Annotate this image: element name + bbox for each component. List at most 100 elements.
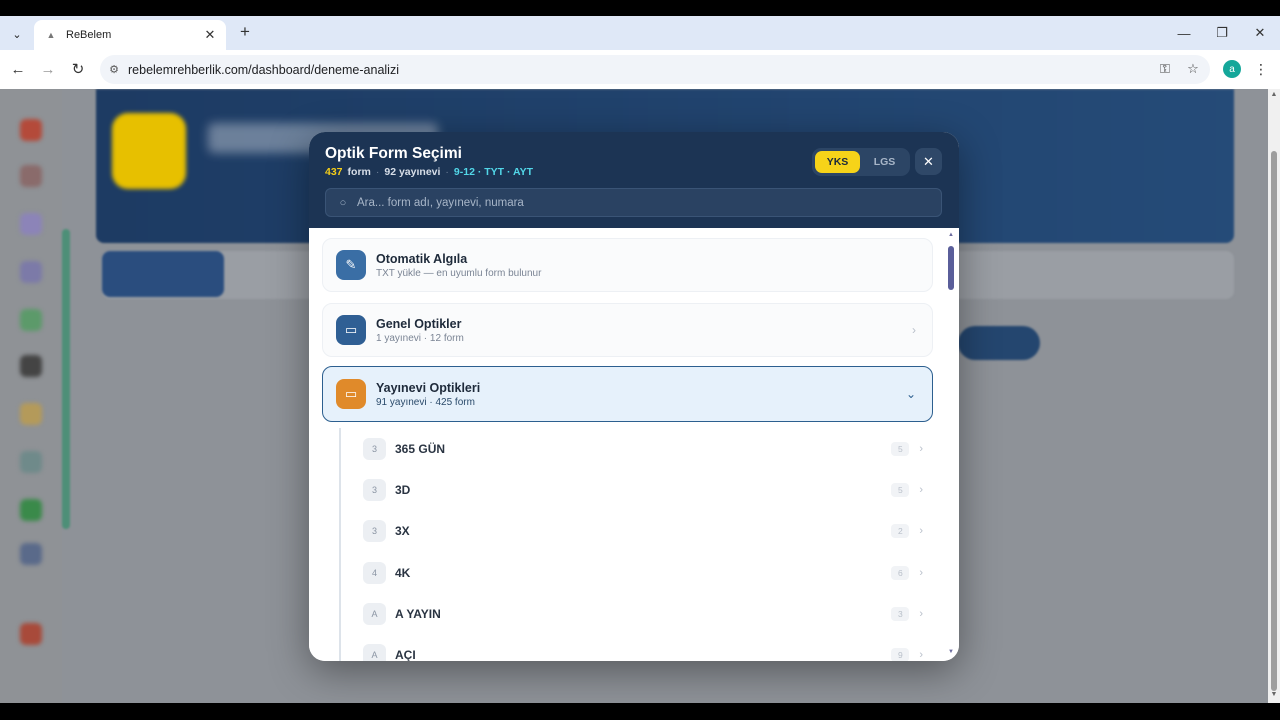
publisher-badge: 3: [363, 437, 386, 460]
exam-type-toggle: YKS LGS: [812, 148, 910, 176]
publisher-name: 4K: [395, 565, 411, 580]
browser-tab-bar: ⌄ ▲ ReBelem ✕ + — ❐ ✕: [0, 16, 1280, 50]
app-sidebar: [0, 89, 62, 703]
browser-tab[interactable]: ▲ ReBelem ✕: [34, 20, 226, 50]
card-title: Otomatik Algıla: [376, 251, 468, 266]
sidebar-icon: [20, 165, 42, 187]
publisher-form-count: 3: [891, 606, 910, 621]
url-text: rebelemrehberlik.com/dashboard/deneme-an…: [128, 62, 399, 77]
publisher-name: 3X: [395, 523, 410, 538]
modal-body: ✎ Otomatik Algıla TXT yükle — en uyumlu …: [309, 228, 959, 661]
back-icon[interactable]: ←: [7, 58, 29, 80]
tab-title: ReBelem: [66, 29, 112, 41]
search-icon: ○: [339, 196, 347, 209]
publisher-optics-card[interactable]: ▭ Yayınevi Optikleri 91 yayınevi · 425 f…: [322, 366, 933, 422]
close-icon[interactable]: ✕: [915, 148, 942, 175]
minimize-icon[interactable]: —: [1166, 22, 1202, 44]
menu-kebab-icon[interactable]: ⋮: [1252, 60, 1270, 78]
card-title: Yayınevi Optikleri: [376, 380, 481, 395]
sidebar-icon: [20, 543, 42, 565]
card-subtitle: TXT yükle — en uyumlu form bulunur: [376, 267, 542, 279]
chevron-right-icon: ›: [912, 323, 916, 337]
card-subtitle: 91 yayınevi · 425 form: [376, 396, 475, 408]
publisher-name: A YAYIN: [395, 606, 441, 621]
publisher-item[interactable]: 4 4K 6 ›: [341, 552, 935, 593]
publisher-item[interactable]: 3 365 GÜN 5 ›: [341, 428, 935, 469]
modal-meta: 437 form · 92 yayınevi · 9-12 · TYT · AY…: [325, 166, 534, 178]
sidebar-icon: [20, 213, 42, 235]
sidebar-icon: [20, 451, 42, 473]
exam-option-yks[interactable]: YKS: [815, 151, 860, 173]
profile-avatar[interactable]: a: [1223, 60, 1241, 78]
site-info-icon[interactable]: ⚙: [100, 63, 128, 76]
address-bar[interactable]: ⚙ rebelemrehberlik.com/dashboard/deneme-…: [100, 55, 1210, 84]
chevron-down-icon: ⌄: [905, 387, 916, 401]
page-tab-active: [102, 251, 224, 297]
publisher-badge: 4: [363, 561, 386, 584]
restore-icon[interactable]: ❐: [1204, 22, 1240, 44]
form-count: 437: [325, 166, 343, 178]
close-window-icon[interactable]: ✕: [1242, 22, 1278, 44]
modal-header: Optik Form Seçimi 437 form · 92 yayınevi…: [309, 132, 959, 228]
publisher-item[interactable]: 3 3D 5 ›: [341, 469, 935, 510]
password-key-icon[interactable]: ⚿: [1156, 60, 1174, 78]
publisher-form-count: 5: [891, 441, 910, 456]
sidebar-icon: [20, 355, 42, 377]
page-scroll-thumb[interactable]: [1271, 151, 1277, 691]
publisher-badge: A: [363, 602, 386, 625]
folder-icon: ▭: [336, 315, 366, 345]
favicon-icon: ▲: [46, 30, 56, 40]
publisher-name: AÇI: [395, 647, 416, 662]
publisher-form-count: 2: [891, 523, 910, 538]
general-optics-card[interactable]: ▭ Genel Optikler 1 yayınevi · 12 form ›: [322, 303, 933, 357]
chevron-right-icon: ›: [919, 524, 923, 537]
sidebar-icon: [20, 623, 42, 645]
publisher-form-count: 9: [891, 647, 910, 661]
forward-icon[interactable]: →: [37, 58, 59, 80]
chevron-right-icon: ›: [919, 483, 923, 496]
exam-option-lgs[interactable]: LGS: [862, 151, 907, 173]
chevron-right-icon: ›: [919, 607, 923, 620]
tab-search-icon[interactable]: ⌄: [6, 23, 28, 45]
page-button: [958, 326, 1040, 360]
new-tab-icon[interactable]: +: [234, 21, 256, 43]
folder-icon: ▭: [336, 379, 366, 409]
modal-scrollbar[interactable]: ▲ ▼: [947, 232, 955, 657]
publisher-badge: 3: [363, 519, 386, 542]
reload-icon[interactable]: ↻: [67, 58, 89, 80]
search-input[interactable]: [357, 196, 917, 209]
publisher-list: 3 365 GÜN 5 › 3 3D 5 › 3 3X 2 › 4 4K 6 ›…: [339, 428, 933, 661]
bottom-letterbox: [0, 703, 1280, 720]
publisher-form-count: 5: [891, 482, 910, 497]
publisher-name: 365 GÜN: [395, 441, 446, 456]
modal-title: Optik Form Seçimi: [325, 145, 462, 162]
publisher-item[interactable]: A AÇI 9 ›: [341, 634, 935, 661]
sidebar-icon: [20, 261, 42, 283]
chevron-right-icon: ›: [919, 442, 923, 455]
sidebar-icon: [20, 499, 42, 521]
sidebar-icon: [20, 309, 42, 331]
publisher-item[interactable]: A A YAYIN 3 ›: [341, 593, 935, 634]
pen-icon: ✎: [336, 250, 366, 280]
publisher-badge: 3: [363, 478, 386, 501]
publisher-form-count: 6: [891, 565, 910, 580]
publisher-item[interactable]: 3 3X 2 ›: [341, 510, 935, 551]
search-box: ○: [325, 188, 942, 217]
form-label: form: [347, 166, 371, 178]
tab-close-icon[interactable]: ✕: [202, 27, 218, 43]
auto-detect-card[interactable]: ✎ Otomatik Algıla TXT yükle — en uyumlu …: [322, 238, 933, 292]
page-scrollbar[interactable]: ▲ ▼: [1268, 89, 1280, 703]
publisher-badge: A: [363, 643, 386, 661]
modal-scroll-thumb[interactable]: [948, 246, 954, 290]
chevron-right-icon: ›: [919, 648, 923, 661]
screen: ⌄ ▲ ReBelem ✕ + — ❐ ✕ ← → ↻ ⚙ rebelemreh…: [0, 0, 1280, 720]
bookmark-star-icon[interactable]: ☆: [1184, 60, 1202, 78]
publisher-name: 3D: [395, 482, 411, 497]
sidebar-icon: [20, 119, 42, 141]
card-title: Genel Optikler: [376, 316, 462, 331]
grade-info: 9-12 · TYT · AYT: [453, 166, 534, 178]
browser-toolbar: ← → ↻ ⚙ rebelemrehberlik.com/dashboard/d…: [0, 50, 1280, 89]
publisher-count: 92 yayınevi: [384, 166, 441, 178]
card-subtitle: 1 yayınevi · 12 form: [376, 332, 464, 344]
chevron-right-icon: ›: [919, 566, 923, 579]
